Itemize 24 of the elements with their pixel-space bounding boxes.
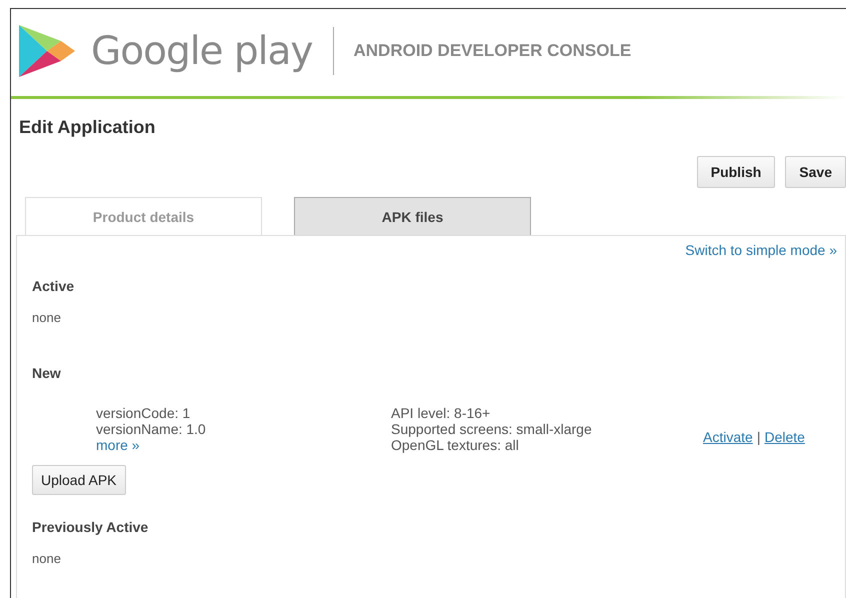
tab[interactable]: Product details [25, 197, 262, 235]
product-name: ANDROID DEVELOPER CONSOLE [354, 41, 632, 61]
link-separator: | [756, 429, 760, 445]
play-logo-icon [17, 23, 77, 79]
apk-spec: API level: 8-16+ [391, 405, 492, 421]
more-link[interactable]: more » [96, 437, 391, 453]
version-info: versionCode: 1 [96, 405, 192, 421]
tab[interactable]: APK files [294, 197, 531, 235]
action-button[interactable]: Save [785, 156, 846, 188]
empty-text: none [32, 551, 62, 566]
brand-name: Google play [91, 28, 312, 74]
apk-spec: Supported screens: small-xlarge [391, 421, 593, 437]
delete-link[interactable]: Delete [764, 429, 805, 445]
action-button[interactable]: Publish [696, 156, 776, 188]
section-heading: Previously Active [32, 519, 150, 535]
apk-spec: OpenGL textures: all [391, 437, 520, 453]
activate-link[interactable]: Activate [703, 429, 753, 445]
empty-text: none [32, 310, 62, 325]
version-info: versionName: 1.0 [96, 421, 207, 437]
page-title: Edit Application [19, 117, 156, 138]
upload-button[interactable]: Upload APK [32, 465, 126, 495]
section-heading: Active [32, 278, 76, 294]
simple-mode-link[interactable]: Switch to simple mode » [685, 242, 837, 258]
section-heading: New [32, 365, 62, 381]
